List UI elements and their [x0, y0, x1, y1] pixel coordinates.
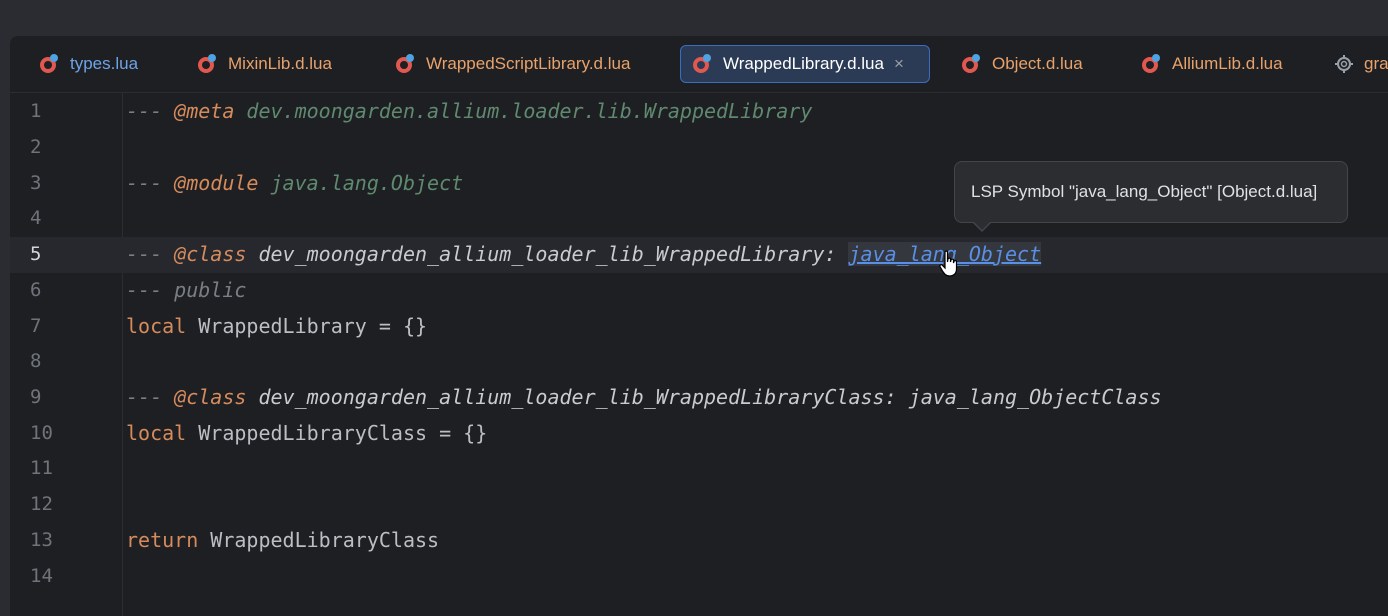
line-number: 14 — [30, 565, 53, 587]
line-number: 11 — [30, 457, 53, 479]
tooltip-arrow — [972, 221, 992, 232]
lsp-tooltip: LSP Symbol "java_lang_Object" [Object.d.… — [954, 161, 1348, 223]
tab-bar: types.lua MixinLib.d.lua WrappedScriptLi… — [10, 36, 1388, 93]
code-line[interactable]: 7 local WrappedLibrary = {} — [10, 309, 1388, 345]
line-number: 3 — [30, 172, 42, 194]
tab-label: MixinLib.d.lua — [228, 54, 332, 73]
code-line[interactable]: 6 --- public — [10, 273, 1388, 309]
code-line[interactable]: 14 — [10, 559, 1388, 595]
line-number: 10 — [30, 422, 53, 444]
tab-types-lua[interactable]: types.lua — [28, 45, 138, 83]
code-editor: types.lua MixinLib.d.lua WrappedScriptLi… — [10, 36, 1388, 616]
code-line[interactable]: 9 --- @class dev_moongarden_allium_loade… — [10, 380, 1388, 416]
tab-label: WrappedScriptLibrary.d.lua — [426, 54, 631, 73]
tab-label: WrappedLibrary.d.lua — [723, 54, 884, 73]
tab-label: gra — [1364, 54, 1388, 73]
line-number: 9 — [30, 386, 42, 408]
code-line[interactable]: 12 — [10, 487, 1388, 523]
tab-label: Object.d.lua — [992, 54, 1083, 73]
code-line[interactable]: 8 — [10, 344, 1388, 380]
code-line[interactable]: 11 — [10, 451, 1388, 487]
code-line-current[interactable]: 5 --- @class dev_moongarden_allium_loade… — [10, 237, 1388, 273]
line-number: 12 — [30, 493, 53, 515]
code-line[interactable]: 13 return WrappedLibraryClass — [10, 523, 1388, 559]
tab-gradle[interactable]: gra — [1334, 45, 1388, 83]
close-icon[interactable]: × — [894, 54, 904, 74]
lua-file-icon — [198, 54, 216, 73]
line-number: 1 — [30, 100, 42, 122]
line-number: 13 — [30, 529, 53, 551]
lua-file-icon — [1142, 54, 1160, 73]
tab-mixinlib[interactable]: MixinLib.d.lua — [186, 45, 332, 83]
code-line[interactable]: 1 --- @meta dev.moongarden.allium.loader… — [10, 94, 1388, 130]
line-number: 7 — [30, 315, 42, 337]
hand-cursor-icon — [939, 250, 958, 277]
line-number: 4 — [30, 207, 42, 229]
line-number: 8 — [30, 350, 42, 372]
line-number: 6 — [30, 279, 42, 301]
code-line[interactable]: 10 local WrappedLibraryClass = {} — [10, 416, 1388, 452]
tab-object[interactable]: Object.d.lua — [950, 45, 1083, 83]
lua-file-icon — [396, 54, 414, 73]
gear-icon — [1335, 55, 1353, 73]
tab-label: AlliumLib.d.lua — [1172, 54, 1283, 73]
lua-file-icon — [40, 54, 58, 73]
tab-alliumlib[interactable]: AlliumLib.d.lua — [1130, 45, 1283, 83]
tab-wrappedscriptlibrary[interactable]: WrappedScriptLibrary.d.lua — [384, 45, 630, 83]
line-number: 2 — [30, 136, 42, 158]
line-number: 5 — [30, 243, 42, 265]
tab-label: types.lua — [70, 54, 139, 73]
lua-file-icon — [693, 54, 711, 73]
tooltip-text: LSP Symbol "java_lang_Object" [Object.d.… — [971, 182, 1318, 201]
tab-wrappedlibrary[interactable]: WrappedLibrary.d.lua × — [680, 45, 930, 83]
lua-file-icon — [962, 54, 980, 73]
